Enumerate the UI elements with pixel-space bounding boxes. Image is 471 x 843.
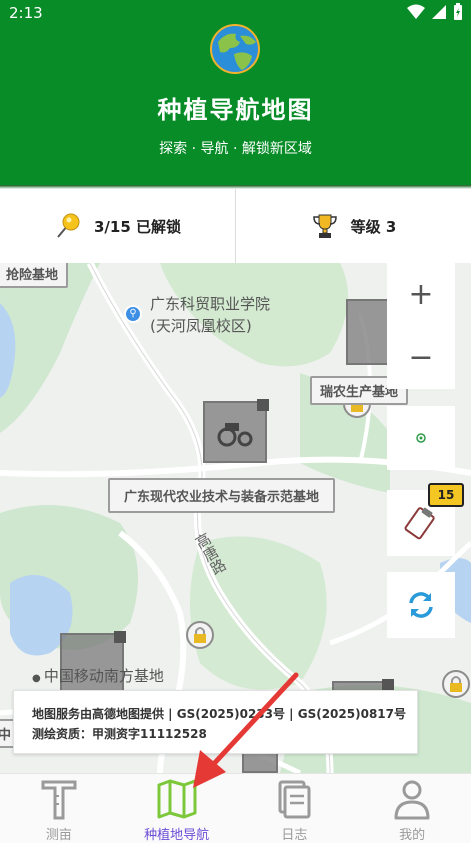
zoom-controls: + − [387, 263, 455, 389]
poi-pin-icon[interactable]: ⚲ [124, 305, 142, 323]
poi-name-line1: 广东科贸职业学院 [150, 295, 271, 313]
level-stat: 等级 3 [236, 189, 471, 263]
bottom-nav: 测亩 种植地导航 日志 我的 [0, 773, 471, 843]
status-time: 2:13 [9, 4, 43, 22]
nav-label-measure: 测亩 [45, 828, 72, 843]
status-bar: 2:13 [0, 0, 471, 26]
attribution-line1: 地图服务由高德地图提供 | GS(2025)0233号 | GS(2025)08… [32, 707, 406, 721]
poi-south: ● 中国移动南方基地 [32, 667, 164, 685]
pin-icon [57, 213, 80, 238]
map-attribution: 地图服务由高德地图提供 | GS(2025)0233号 | GS(2025)08… [13, 690, 418, 754]
globe-logo-icon [210, 24, 260, 74]
stats-bar: 3/15 已解锁 等级 3 [0, 189, 471, 263]
log-icon [278, 780, 311, 819]
nav-label-profile: 我的 [399, 828, 426, 843]
locked-area-icon[interactable] [186, 621, 214, 649]
nav-label-log: 日志 [281, 828, 308, 843]
farm-corner [114, 631, 126, 643]
level-value: 等级 3 [350, 217, 397, 236]
unlocked-stat: 3/15 已解锁 [0, 189, 235, 263]
nav-item-log[interactable]: 日志 [236, 774, 354, 843]
status-icons [407, 3, 463, 21]
locate-button[interactable] [387, 406, 455, 470]
wifi-icon [407, 4, 425, 19]
poi-name-line2: (天河凤凰校区) [150, 317, 252, 335]
app-header: 2:13 种植导航地图 探索 · 导航 · 解锁新区域 [0, 0, 471, 185]
ruler-icon [41, 780, 77, 820]
map-icon [157, 779, 197, 819]
tractor-icon [217, 423, 253, 447]
signal-icon [432, 5, 446, 19]
poi-south-name: 中国移动南方基地 [43, 667, 164, 685]
page-subtitle: 探索 · 导航 · 解锁新区域 [159, 141, 312, 157]
refresh-icon [409, 592, 433, 618]
nav-item-map[interactable]: 种植地导航 [118, 774, 236, 843]
locked-area-icon[interactable] [442, 670, 470, 698]
nav-label-map: 种植地导航 [144, 828, 210, 843]
clipboard-icon [404, 507, 435, 540]
attribution-line2: 测绘资质：甲测资字11112528 [32, 727, 207, 741]
farm-corner [257, 399, 269, 411]
page-title: 种植导航地图 [157, 96, 314, 124]
map-label-center[interactable]: 广东现代农业技术与装备示范基地 [108, 478, 336, 513]
battery-icon [454, 3, 462, 20]
farm-plot-marker[interactable] [203, 399, 269, 463]
zoom-out-button[interactable]: − [387, 326, 455, 389]
unlocked-count: 3/15 已解锁 [93, 217, 181, 236]
trophy-icon [312, 214, 337, 238]
zoom-in-button[interactable]: + [387, 263, 455, 326]
nav-item-measure[interactable]: 测亩 [0, 774, 118, 843]
farm-plot-marker[interactable] [346, 299, 390, 365]
user-icon [394, 780, 430, 820]
refresh-button[interactable] [387, 572, 455, 638]
map-label-top-left[interactable]: 抢险基地 [0, 263, 69, 288]
locate-icon [416, 433, 426, 443]
task-count-badge: 15 [428, 483, 464, 507]
nav-item-profile[interactable]: 我的 [353, 774, 471, 843]
